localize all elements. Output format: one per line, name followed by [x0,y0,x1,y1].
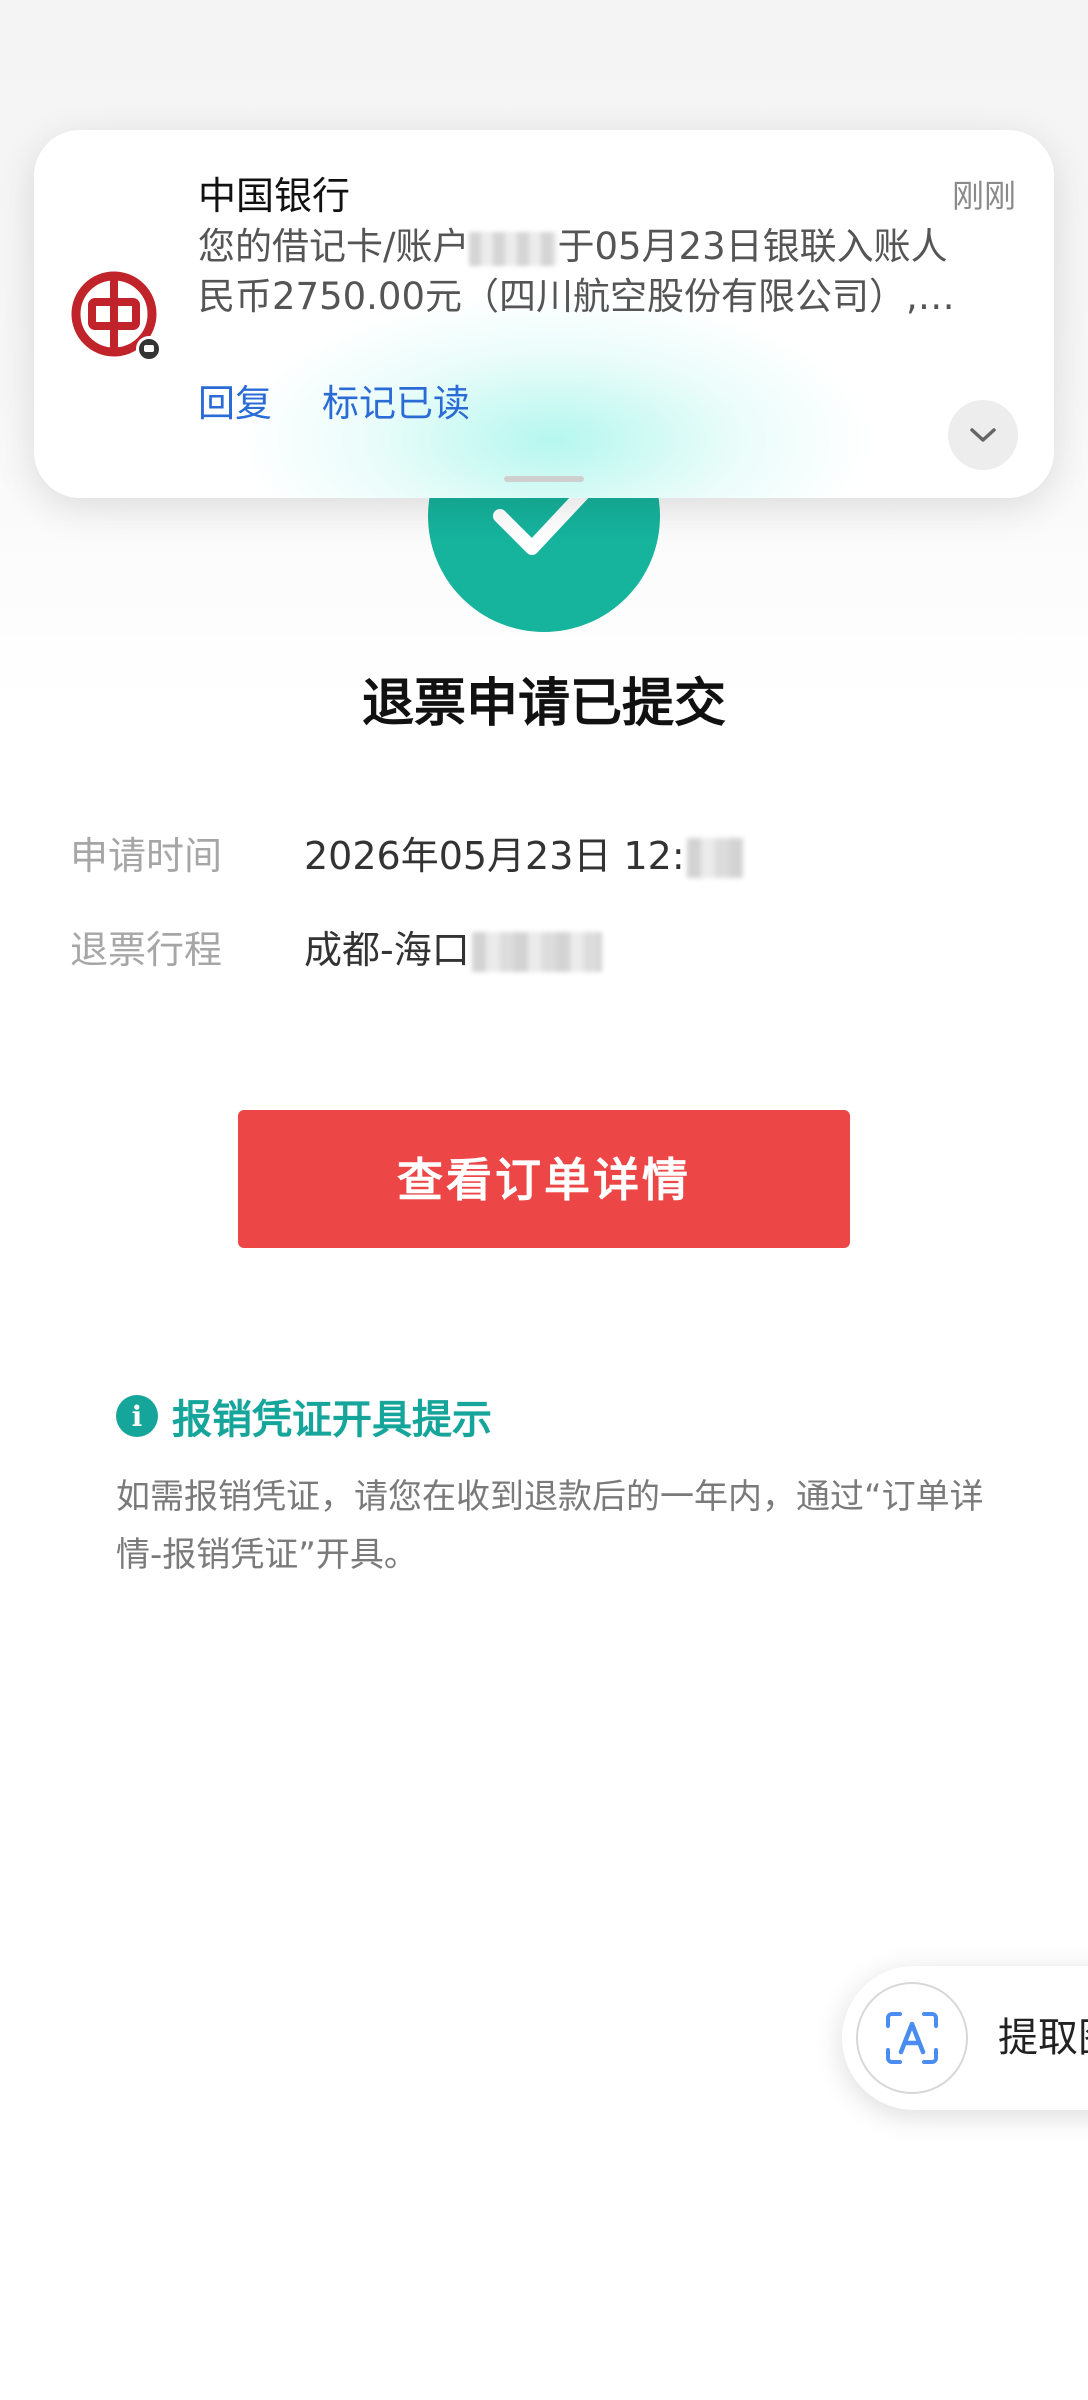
message-badge-icon [136,336,162,362]
redacted-mask [469,231,558,266]
notification-line-1: 您的借记卡/账户 于05月23日银联入账人 [198,225,948,268]
detail-value: 成都-海口 [304,919,602,974]
extract-text-floating-button[interactable]: 提取图 [842,1966,1088,2110]
text-extract-icon [856,1982,968,2094]
redacted-mask [471,932,602,972]
info-icon: i [116,1395,158,1437]
chevron-down-icon [970,428,996,442]
notification-line-2: 民币2750.00元（四川航空股份有限公司）,… [198,275,955,318]
reimbursement-tip: i 报销凭证开具提示 如需报销凭证，请您在收到退款后的一年内，通过“订单详情-报… [116,1386,996,1584]
extract-label: 提取图 [998,2015,1088,2061]
tip-body: 如需报销凭证，请您在收到退款后的一年内，通过“订单详情-报销凭证”开具。 [116,1477,984,1575]
notification-app-name: 中国银行 [198,174,351,218]
expand-notification-button[interactable] [948,400,1018,470]
detail-row-refund-route: 退票行程 成都-海口 [70,914,602,978]
view-order-details-button[interactable]: 查看订单详情 [238,1110,850,1248]
result-title: 退票申请已提交 [361,674,726,734]
detail-value: 2026年05月23日 12: [304,825,743,880]
reply-action[interactable]: 回复 [198,376,272,432]
redacted-mask [686,838,743,878]
detail-row-apply-time: 申请时间 2026年05月23日 12: [70,820,743,884]
notification-body: 您的借记卡/账户 于05月23日银联入账人 民币2750.00元（四川航空股份有限… [198,222,1038,322]
mark-read-action[interactable]: 标记已读 [322,376,470,432]
tip-header: i 报销凭证开具提示 [116,1386,996,1446]
notification-drag-handle[interactable] [504,476,584,482]
notification-time: 刚刚 [951,177,1016,215]
detail-label: 退票行程 [70,927,223,972]
tip-title: 报销凭证开具提示 [172,1397,492,1443]
detail-label: 申请时间 [70,833,223,878]
notification-banner[interactable]: 中国银行 刚刚 您的借记卡/账户 于05月23日银联入账人 民币2750.00元（… [34,130,1054,498]
